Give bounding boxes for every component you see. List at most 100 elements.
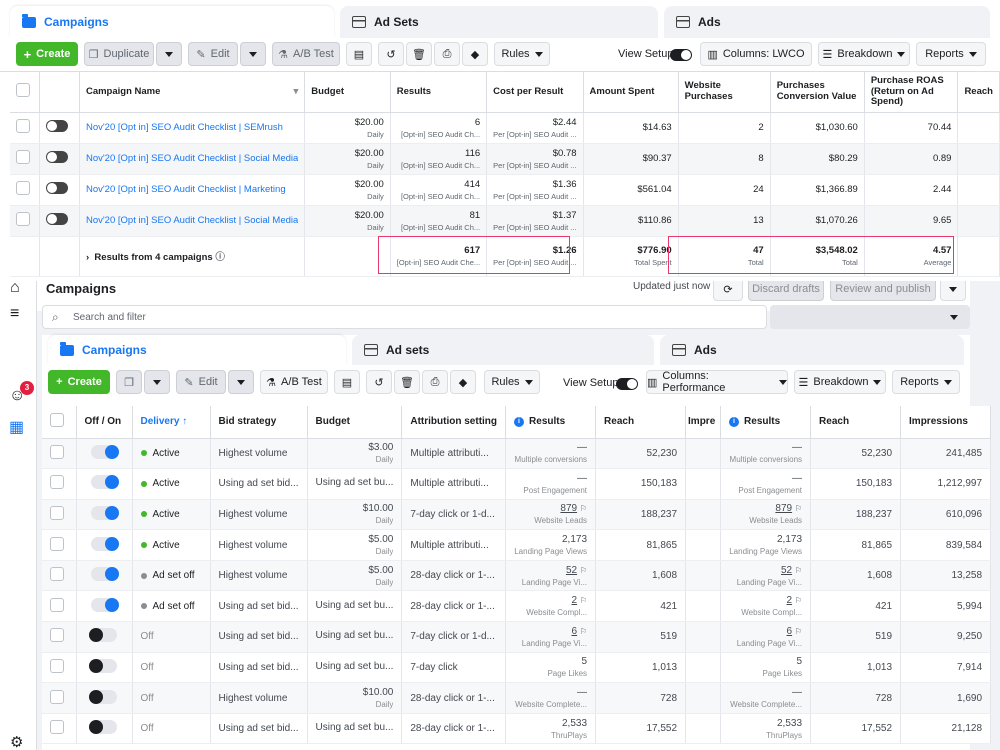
undo-button-b[interactable]: ↺ [366, 370, 392, 394]
row-checkbox[interactable] [50, 505, 64, 520]
table-row[interactable]: Off Using ad set bid... Using ad set bu...… [42, 621, 992, 653]
row-checkbox-cell[interactable] [42, 438, 77, 470]
campaign-name-link[interactable]: Nov'20 [Opt in] SEO Audit Checklist | SE… [86, 122, 298, 133]
col-conversion-value[interactable]: Purchases Conversion Value [770, 72, 865, 113]
results-value[interactable]: 6 [572, 626, 578, 637]
view-setup-toggle-b[interactable] [616, 378, 638, 390]
campaign-toggle[interactable] [46, 120, 69, 132]
row-checkbox-cell[interactable] [10, 112, 41, 144]
col-results-b[interactable]: i Results [505, 406, 597, 439]
row-checkbox[interactable] [16, 150, 30, 164]
discard-drafts-button[interactable]: Discard drafts [748, 281, 824, 301]
bid-strategy-cell[interactable]: Using ad set bid... [210, 590, 308, 623]
campaign-on-off-toggle[interactable] [89, 658, 117, 673]
table-row[interactable]: Ad set off Highest volume $5.00 Daily 28-day… [42, 560, 992, 592]
select-all-checkbox-b[interactable] [50, 413, 64, 428]
attribution-cell[interactable]: 7-day click [401, 652, 507, 684]
bid-strategy-cell[interactable]: Using ad set bid... [210, 713, 308, 745]
table-row[interactable]: Nov'20 [Opt in] SEO Audit Checklist | Ma… [10, 174, 1000, 206]
col-website-purchases[interactable]: Website Purchases [678, 72, 771, 113]
col-results[interactable]: Results [390, 72, 488, 113]
view-setup-toggle[interactable] [670, 49, 692, 61]
tag-button-b[interactable]: ◆ [450, 370, 476, 394]
edit-button[interactable]: ✎ Edit [188, 42, 238, 66]
budget-cell[interactable]: $20.00 Daily [304, 143, 391, 175]
breakdown-button[interactable]: ☰ Breakdown [818, 42, 910, 66]
row-checkbox-cell[interactable] [42, 529, 77, 561]
search-filter-dropdown[interactable] [770, 305, 970, 329]
bid-strategy-cell[interactable]: Highest volume [210, 499, 308, 531]
table-row[interactable]: Off Using ad set bid... Using ad set bu...… [42, 713, 992, 745]
budget-cell[interactable]: Using ad set bu... [307, 713, 403, 745]
budget-cell[interactable]: Using ad set bu... [307, 621, 403, 653]
campaign-toggle[interactable] [46, 151, 69, 163]
ab-test-button[interactable]: ⚗ A/B Test [272, 42, 340, 66]
row-checkbox[interactable] [50, 628, 64, 643]
campaign-on-off-toggle[interactable] [91, 597, 119, 612]
col-reach-2[interactable]: Reach [810, 406, 902, 439]
row-checkbox-cell[interactable] [42, 652, 77, 684]
bid-strategy-cell[interactable]: Highest volume [210, 529, 308, 561]
attribution-cell[interactable]: 7-day click or 1-d... [401, 499, 507, 531]
col-bid-strategy[interactable]: Bid strategy [210, 406, 308, 439]
col-budget-b[interactable]: Budget [307, 406, 403, 439]
delete-button-b[interactable]: 🗑 [394, 370, 420, 394]
results-value[interactable]: 879 [560, 503, 577, 514]
campaign-toggle[interactable] [46, 213, 69, 225]
col-impressions-cut[interactable]: Impre [685, 406, 722, 439]
budget-cell[interactable]: $20.00 Daily [304, 112, 391, 144]
results-2-value[interactable]: 6 [787, 626, 793, 637]
results-2-value[interactable]: 52 [781, 565, 792, 576]
preview-button[interactable]: ⎙ [434, 42, 460, 66]
col-off-on[interactable]: Off / On [76, 406, 133, 439]
row-toggle-cell[interactable] [76, 682, 133, 714]
row-toggle-cell[interactable] [76, 621, 133, 653]
duplicate-dropdown-b[interactable] [144, 370, 170, 394]
rules-button[interactable]: Rules [494, 42, 550, 66]
row-checkbox-cell[interactable] [10, 205, 41, 237]
budget-cell[interactable]: Using ad set bu... [307, 652, 403, 684]
budget-cell[interactable]: $10.00 Daily [307, 499, 403, 531]
clipboard-button[interactable]: ▤ [346, 42, 372, 66]
attribution-cell[interactable]: 28-day click or 1-... [401, 713, 507, 745]
table-row[interactable]: Off Highest volume $10.00 Daily 28-day click… [42, 682, 992, 714]
attribution-cell[interactable]: 28-day click or 1-... [401, 682, 507, 714]
col-budget[interactable]: Budget [304, 72, 391, 113]
menu-icon[interactable]: ≡ [10, 305, 19, 323]
row-toggle-cell[interactable] [76, 713, 133, 745]
breakdown-button-b[interactable]: ☰ Breakdown [794, 370, 886, 394]
table-row[interactable]: Active Highest volume $3.00 Daily Multiple a… [42, 438, 992, 470]
budget-cell[interactable]: $20.00 Daily [304, 174, 391, 206]
tag-button[interactable]: ◆ [462, 42, 488, 66]
columns-button-b[interactable]: ▥ Columns: Performance [646, 370, 788, 394]
row-checkbox[interactable] [50, 536, 64, 551]
budget-cell[interactable]: $5.00 Daily [307, 560, 403, 592]
bid-strategy-cell[interactable]: Using ad set bid... [210, 621, 308, 653]
row-toggle-cell[interactable] [76, 590, 133, 623]
campaigns-table-icon[interactable]: ▦ [9, 417, 24, 437]
preview-button-b[interactable]: ⎙ [422, 370, 448, 394]
table-row[interactable]: Active Highest volume $10.00 Daily 7-day cli… [42, 499, 992, 531]
campaign-name-link[interactable]: Nov'20 [Opt in] SEO Audit Checklist | So… [86, 153, 298, 164]
tab-campaigns[interactable]: Campaigns [10, 6, 334, 38]
campaign-on-off-toggle[interactable] [89, 689, 117, 704]
row-toggle-cell[interactable] [76, 438, 133, 470]
col-roas[interactable]: Purchase ROAS (Return on Ad Spend) [864, 72, 959, 113]
select-all-checkbox[interactable] [16, 83, 30, 98]
row-toggle-cell[interactable] [76, 468, 133, 500]
row-checkbox[interactable] [16, 212, 30, 226]
duplicate-dropdown[interactable] [156, 42, 182, 66]
table-row[interactable]: Nov'20 [Opt in] SEO Audit Checklist | So… [10, 143, 1000, 175]
tab-ads[interactable]: Ads [664, 6, 990, 38]
publish-dropdown[interactable] [940, 281, 966, 301]
summary-label-cell[interactable]: › Results from 4 campaigns ⓘ [79, 236, 306, 277]
row-checkbox[interactable] [16, 119, 30, 133]
budget-cell[interactable]: $3.00 Daily [307, 438, 403, 470]
reports-button[interactable]: Reports [916, 42, 986, 66]
undo-button[interactable]: ↺ [378, 42, 404, 66]
row-checkbox[interactable] [50, 597, 64, 612]
row-checkbox-cell[interactable] [42, 621, 77, 653]
select-all-header-b[interactable] [42, 406, 77, 439]
attribution-cell[interactable]: 28-day click or 1-... [401, 560, 507, 592]
campaign-name-cell[interactable]: Nov'20 [Opt in] SEO Audit Checklist | So… [79, 205, 306, 237]
